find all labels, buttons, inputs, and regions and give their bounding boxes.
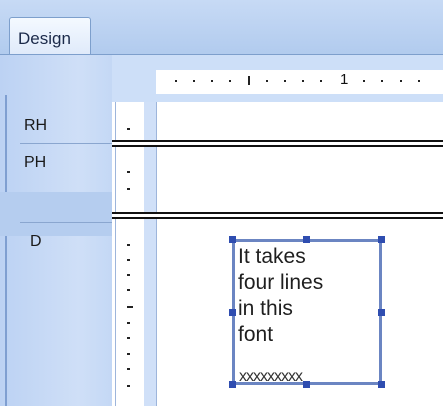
band-edge-line [5, 95, 7, 406]
divider-fill [112, 214, 443, 217]
ruler-tick [175, 80, 177, 82]
text-box-line: font [238, 323, 274, 346]
text-box-content: It takes four lines in this font [238, 244, 378, 348]
ruler-tick [248, 76, 250, 85]
section-label-report-header[interactable]: RH [24, 117, 47, 135]
tab-design[interactable]: Design [9, 17, 91, 55]
ruler-tick [320, 80, 322, 82]
canvas-margin [144, 102, 156, 406]
text-box-line: It takes [238, 245, 306, 268]
vertical-ruler-tick [127, 322, 130, 324]
overflow-marker: xxxxxxxxx [239, 368, 303, 385]
vertical-ruler-tick [127, 171, 130, 173]
vertical-ruler-tick [127, 385, 130, 387]
ruler-tick [211, 80, 213, 82]
tab-strip: Design [0, 0, 443, 55]
section-divider-ph-d[interactable] [112, 212, 443, 219]
section-separator [20, 143, 112, 144]
resize-handle-bottom[interactable] [303, 381, 310, 388]
horizontal-ruler[interactable]: 1 [156, 70, 443, 94]
resize-handle-top-left[interactable] [229, 236, 236, 243]
ruler-tick [193, 80, 195, 82]
ruler-tick [418, 80, 420, 82]
section-label-detail[interactable]: D [30, 233, 42, 251]
ruler-tick [229, 80, 231, 82]
vertical-ruler-tick [127, 289, 130, 291]
ruler-tick [400, 80, 402, 82]
vertical-ruler-tick [127, 128, 130, 130]
vertical-ruler-tick [127, 259, 130, 261]
resize-handle-bottom-left[interactable] [229, 381, 236, 388]
ruler-tick [284, 80, 286, 82]
resize-handle-right[interactable] [378, 309, 385, 316]
ruler-tick [302, 80, 304, 82]
vertical-ruler-tick [127, 188, 130, 190]
vertical-ruler-tick [127, 274, 130, 276]
resize-handle-bottom-right[interactable] [378, 381, 385, 388]
section-divider-rh-ph[interactable] [112, 140, 443, 147]
ruler-tick [363, 80, 365, 82]
text-box-control[interactable]: It takes four lines in this font xxxxxxx… [232, 239, 382, 385]
section-separator [20, 222, 112, 223]
vertical-ruler-tick [127, 368, 130, 370]
vertical-ruler-tick [127, 306, 133, 308]
report-designer: Design 1 RH PH D It takes four lines in … [0, 0, 443, 406]
resize-handle-left[interactable] [229, 309, 236, 316]
ruler-inch-label: 1 [340, 71, 349, 88]
divider-fill [112, 142, 443, 145]
text-box-line: in this [238, 297, 293, 320]
tab-design-label: Design [18, 29, 71, 48]
resize-handle-top-right[interactable] [378, 236, 385, 243]
section-gap [0, 192, 112, 236]
vertical-ruler [115, 102, 144, 406]
ruler-tick [266, 80, 268, 82]
vertical-ruler-tick [127, 244, 130, 246]
resize-handle-top[interactable] [303, 236, 310, 243]
vertical-ruler-tick [127, 337, 130, 339]
section-label-page-header[interactable]: PH [24, 154, 46, 172]
text-box-line: four lines [238, 271, 324, 294]
ruler-tick [381, 80, 383, 82]
vertical-ruler-tick [127, 353, 130, 355]
